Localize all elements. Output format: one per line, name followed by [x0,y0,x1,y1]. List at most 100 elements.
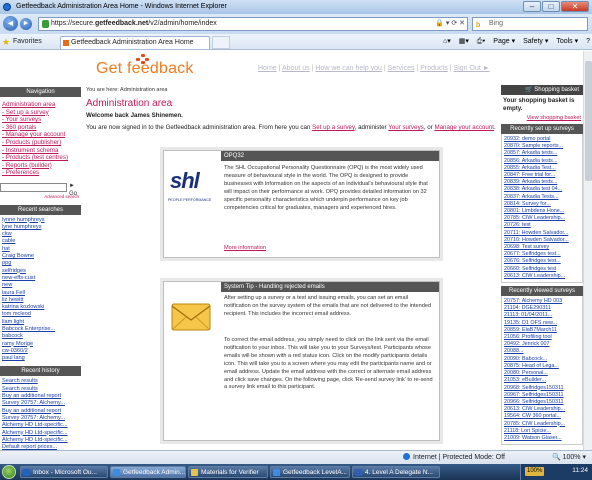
taskbar-ie-level-a[interactable]: Getfeedback LevelA... [270,466,350,478]
recent-setup-survey-link[interactable]: 20932: demo portal [504,136,582,143]
zoom-indicator[interactable]: 100% [525,467,545,476]
taskbar-outlook[interactable]: Inbox - Microsoft Ou... [20,466,108,478]
recent-setup-survey-link[interactable]: 20838: Arkadia test 04... [504,186,582,193]
recent-search-link[interactable]: hat [2,246,81,253]
recent-setup-survey-link[interactable]: 20855: Arkadia Test... [504,165,582,172]
recent-viewed-survey-link[interactable]: 20080: Personal... [504,370,582,377]
minimize-button[interactable]: – [523,1,541,12]
recent-viewed-survey-link[interactable]: 21009: Watson Glaser... [504,435,582,442]
recent-viewed-survey-link[interactable]: 21113: 01/04/2011... [504,312,582,319]
recent-search-link[interactable]: ppg [2,260,81,267]
nav-products-publisher[interactable]: - Products (publisher) [2,139,81,147]
opq32-more-info-link[interactable]: More information [224,245,435,253]
nav-sign-out[interactable]: Sign Out ► [454,65,490,72]
nav-home[interactable]: Home [258,65,277,72]
scrollbar-thumb[interactable] [585,61,592,181]
search-go-button[interactable]: ► Go [69,183,81,198]
taskbar-ie-getfeedback[interactable]: Getfeedback Admin... [110,466,186,478]
recent-search-link[interactable]: liam light [2,319,81,326]
tools-menu[interactable]: Tools ▾ [556,38,578,45]
recent-history-link[interactable]: Alchemy HD Ltd-specific... [2,422,81,429]
recent-setup-survey-link[interactable]: 20676: Selfridges test... [504,258,582,265]
recent-viewed-survey-link[interactable]: 20966: Selfridges150311 [504,399,582,406]
recent-history-link[interactable]: Buy an additional report [2,393,81,400]
favorites-button[interactable]: ★ Favorites [2,34,42,50]
recent-viewed-survey-link[interactable]: 20088... [504,348,582,355]
recent-history-link[interactable]: Search results [2,386,81,393]
recent-viewed-survey-link[interactable]: 20757: Alchemy HD 003 [504,298,582,305]
nav-set-up-survey[interactable]: - Set up a survey [2,109,81,117]
recent-search-link[interactable]: lynne humphreys [2,217,81,224]
recent-search-link[interactable]: lyne humphreys [2,224,81,231]
recent-viewed-survey-link[interactable]: 20967: Selfridges150311 [504,392,582,399]
nav-360-portals[interactable]: - 360 portals [2,124,81,132]
browser-tab[interactable]: Getfeedback Administration Area Home [60,36,210,49]
help-icon[interactable]: ? [586,38,590,45]
vertical-scrollbar[interactable] [583,51,592,450]
recent-setup-survey-link[interactable]: 20847: Free trial for... [504,172,582,179]
view-basket-link[interactable]: View shopping basket [501,115,583,121]
recent-setup-survey-link[interactable]: 20677: Selfridges test... [504,251,582,258]
taskbar-word[interactable]: 4. Level A Delegate N... [352,466,440,478]
search-box[interactable]: b Bing [472,17,588,31]
recent-search-link[interactable]: katrina kozlowski [2,304,81,311]
recent-setup-survey-link[interactable]: 20857: Arkadia tests... [504,150,582,157]
recent-history-link[interactable]: Buy an additional report [2,408,81,415]
nav-your-surveys[interactable]: - Your surveys [2,116,81,124]
recent-search-link[interactable]: ramy Morige [2,341,81,348]
recent-setup-survey-link[interactable]: 20837: Arkadia Tests... [504,194,582,201]
recent-history-link[interactable]: Search results [2,378,81,385]
recent-search-link[interactable]: Craig Bowne [2,253,81,260]
recent-viewed-survey-link[interactable]: 20090: Babcock... [504,356,582,363]
page-menu[interactable]: Page ▾ [493,38,515,45]
forward-button[interactable]: ► [20,18,32,30]
back-button[interactable]: ◄ [3,16,18,31]
nav-products-test-centres[interactable]: - Products (test centres) [2,154,81,162]
recent-viewed-survey-link[interactable]: 20492: Jenrick 007 [504,341,582,348]
recent-search-link[interactable]: selfridges [2,268,81,275]
recent-viewed-survey-link[interactable]: 19135: D1 OFS new... [504,320,582,327]
intro-set-up-survey-link[interactable]: Set up a survey [312,124,355,131]
recent-viewed-survey-link[interactable]: 20785: CIW Leadership... [504,421,582,428]
recent-viewed-survey-link[interactable]: 20875: Head of Lega... [504,363,582,370]
new-tab-button[interactable] [212,36,230,49]
recent-search-link[interactable]: cable [2,238,81,245]
security-zone[interactable]: Internet | Protected Mode: Off [403,451,505,464]
recent-setup-survey-link[interactable]: 20711: Howden Salvador... [504,230,582,237]
nav-instrument-schema[interactable]: - Instrument schema [2,147,81,155]
recent-setup-survey-link[interactable]: 20814: Survey for... [504,201,582,208]
recent-history-link[interactable]: Survey 20757: Alchemy... [2,415,81,422]
maximize-button[interactable]: □ [542,1,560,12]
recent-history-link[interactable]: Alchemy HD Ltd-specific... [2,430,81,437]
clock[interactable]: 11:24 [572,464,588,478]
recent-search-link[interactable]: new [2,282,81,289]
nav-admin-area[interactable]: Administration area [2,101,81,109]
recent-history-link[interactable]: Alchemy HD Ltd-specific... [2,437,81,444]
recent-setup-survey-link[interactable]: 20660: Selfridges test [504,266,582,273]
recent-search-link[interactable]: laura Fell [2,290,81,297]
recent-search-link[interactable]: liz hewitt [2,297,81,304]
recent-setup-survey-link[interactable]: 20698: Test survey [504,244,582,251]
recent-setup-survey-link[interactable]: 20839: Arkadia tests... [504,179,582,186]
recent-viewed-survey-link[interactable]: 20968: Selfridges150311 [504,385,582,392]
recent-search-link[interactable]: cw-0360/2 [2,348,81,355]
recent-setup-survey-link[interactable]: 20801: Limbdens Hone... [504,208,582,215]
recent-setup-survey-link[interactable]: 20726: test [504,222,582,229]
address-bar[interactable]: https://secure.getfeedback.net/v2/admin/… [38,17,468,31]
recent-viewed-survey-link[interactable]: 20613: CIW Leadership... [504,406,582,413]
home-icon[interactable]: ⌂▾ [443,38,451,45]
recent-viewed-survey-link[interactable]: 21104: DGE290311 [504,305,582,312]
safety-menu[interactable]: Safety ▾ [523,38,548,45]
nav-reports-builder[interactable]: - Reports (builder) [2,162,81,170]
recent-setup-survey-link[interactable]: 20785: CIW Leadership... [504,215,582,222]
site-search-input[interactable] [0,182,67,192]
nav-manage-account[interactable]: - Manage your account [2,131,81,139]
close-window-button[interactable]: ✕ [561,1,589,12]
recent-search-link[interactable]: ckw [2,231,81,238]
nav-services[interactable]: Services [388,65,415,72]
recent-search-link[interactable]: babcock [2,333,81,340]
nav-about[interactable]: About us [282,65,310,72]
taskbar-folder[interactable]: Materials for Verifier [188,466,268,478]
recent-viewed-survey-link[interactable]: 20859: ElaB7March11 [504,327,582,334]
zoom-level[interactable]: 🔍 100% ▾ [552,451,586,464]
